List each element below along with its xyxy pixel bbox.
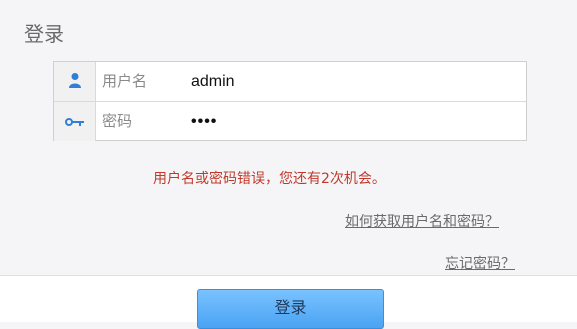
error-message: 用户名或密码错误，您还有2次机会。 bbox=[153, 171, 386, 187]
help-link[interactable]: 如何获取用户名和密码？ bbox=[345, 211, 499, 231]
password-row: 密码 •••• bbox=[54, 102, 526, 141]
password-input[interactable]: •••• bbox=[191, 102, 217, 141]
password-label: 密码 bbox=[102, 112, 133, 130]
login-button[interactable]: 登录 bbox=[197, 289, 384, 329]
forgot-password-link[interactable]: 忘记密码？ bbox=[445, 253, 515, 273]
page-title: 登录 bbox=[24, 22, 64, 46]
username-icon-cell bbox=[54, 62, 96, 101]
login-form: 用户名 admin 密码 •••• bbox=[53, 61, 527, 141]
username-row: 用户名 admin bbox=[54, 62, 526, 102]
user-icon bbox=[68, 72, 82, 92]
username-input[interactable]: admin bbox=[191, 62, 235, 101]
password-icon-cell bbox=[54, 102, 96, 141]
key-icon bbox=[64, 112, 85, 131]
username-label: 用户名 bbox=[102, 72, 148, 90]
